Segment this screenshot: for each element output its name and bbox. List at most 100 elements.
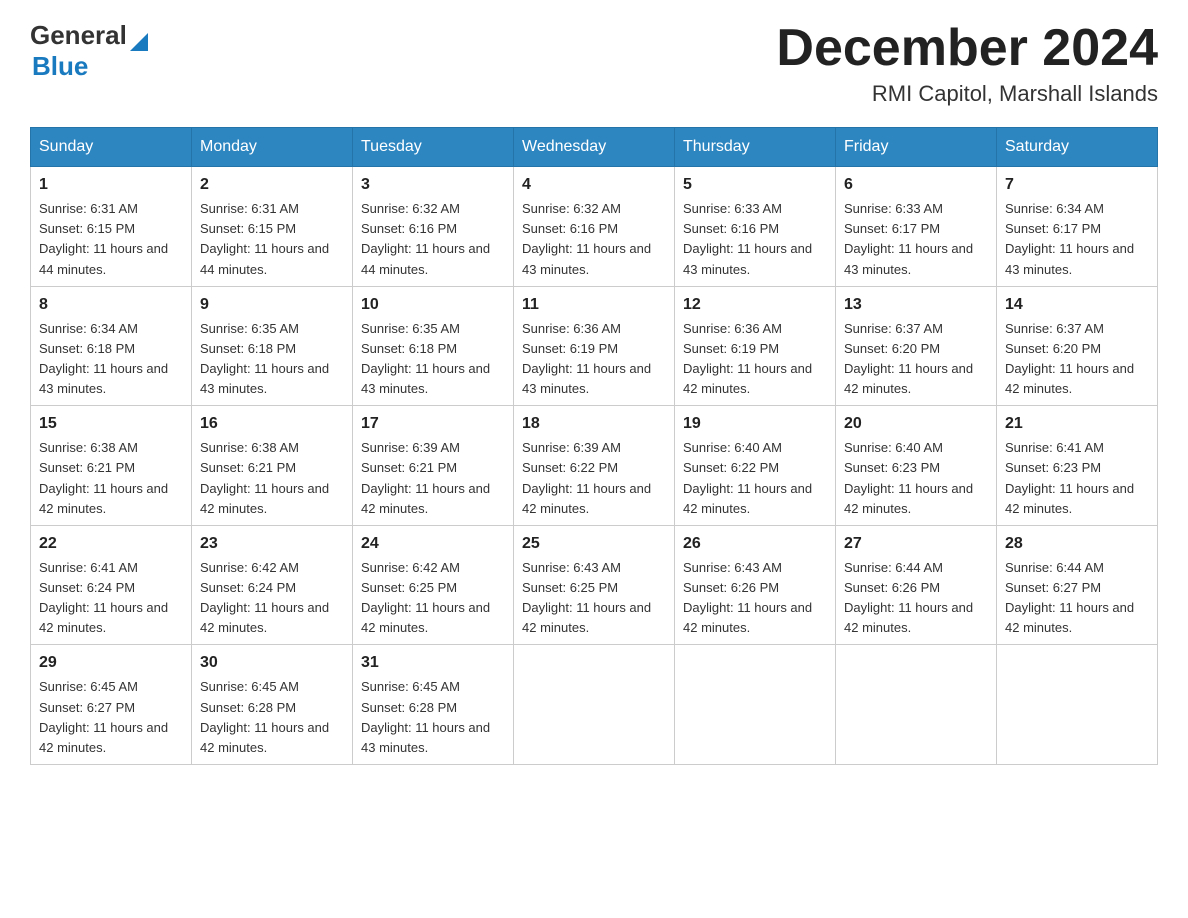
day-number: 7 xyxy=(1005,173,1149,197)
day-info: Sunrise: 6:42 AMSunset: 6:25 PMDaylight:… xyxy=(361,560,490,635)
day-number: 17 xyxy=(361,412,505,436)
week-row-4: 22 Sunrise: 6:41 AMSunset: 6:24 PMDayligh… xyxy=(31,525,1158,645)
day-cell-31: 31 Sunrise: 6:45 AMSunset: 6:28 PMDayligh… xyxy=(353,645,514,765)
day-info: Sunrise: 6:40 AMSunset: 6:22 PMDaylight:… xyxy=(683,440,812,515)
day-number: 22 xyxy=(39,532,183,556)
day-cell-17: 17 Sunrise: 6:39 AMSunset: 6:21 PMDayligh… xyxy=(353,406,514,526)
day-cell-20: 20 Sunrise: 6:40 AMSunset: 6:23 PMDayligh… xyxy=(836,406,997,526)
day-cell-8: 8 Sunrise: 6:34 AMSunset: 6:18 PMDaylight… xyxy=(31,286,192,406)
day-number: 8 xyxy=(39,293,183,317)
day-cell-3: 3 Sunrise: 6:32 AMSunset: 6:16 PMDaylight… xyxy=(353,167,514,287)
day-cell-14: 14 Sunrise: 6:37 AMSunset: 6:20 PMDayligh… xyxy=(997,286,1158,406)
week-row-2: 8 Sunrise: 6:34 AMSunset: 6:18 PMDaylight… xyxy=(31,286,1158,406)
day-info: Sunrise: 6:33 AMSunset: 6:16 PMDaylight:… xyxy=(683,201,812,276)
day-info: Sunrise: 6:34 AMSunset: 6:17 PMDaylight:… xyxy=(1005,201,1134,276)
day-number: 31 xyxy=(361,651,505,675)
day-number: 14 xyxy=(1005,293,1149,317)
day-cell-22: 22 Sunrise: 6:41 AMSunset: 6:24 PMDayligh… xyxy=(31,525,192,645)
day-number: 13 xyxy=(844,293,988,317)
title-section: December 2024 RMI Capitol, Marshall Isla… xyxy=(776,20,1158,107)
day-number: 28 xyxy=(1005,532,1149,556)
day-header-tuesday: Tuesday xyxy=(353,128,514,167)
logo-triangle-icon xyxy=(130,33,148,51)
day-info: Sunrise: 6:40 AMSunset: 6:23 PMDaylight:… xyxy=(844,440,973,515)
day-info: Sunrise: 6:35 AMSunset: 6:18 PMDaylight:… xyxy=(200,321,329,396)
calendar-table: SundayMondayTuesdayWednesdayThursdayFrid… xyxy=(30,127,1158,765)
day-number: 9 xyxy=(200,293,344,317)
day-cell-27: 27Sunrise: 6:44 AMSunset: 6:26 PMDayligh… xyxy=(836,525,997,645)
day-cell-15: 15 Sunrise: 6:38 AMSunset: 6:21 PMDayligh… xyxy=(31,406,192,526)
page-header: General Blue December 2024 RMI Capitol, … xyxy=(30,20,1158,107)
day-cell-24: 24 Sunrise: 6:42 AMSunset: 6:25 PMDayligh… xyxy=(353,525,514,645)
day-number: 16 xyxy=(200,412,344,436)
day-number: 21 xyxy=(1005,412,1149,436)
day-info: Sunrise: 6:32 AMSunset: 6:16 PMDaylight:… xyxy=(361,201,490,276)
day-cell-28: 28 Sunrise: 6:44 AMSunset: 6:27 PMDayligh… xyxy=(997,525,1158,645)
day-number: 25 xyxy=(522,532,666,556)
day-info: Sunrise: 6:34 AMSunset: 6:18 PMDaylight:… xyxy=(39,321,168,396)
day-cell-25: 25 Sunrise: 6:43 AMSunset: 6:25 PMDayligh… xyxy=(514,525,675,645)
day-number: 11 xyxy=(522,293,666,317)
day-number: 24 xyxy=(361,532,505,556)
day-info: Sunrise: 6:41 AMSunset: 6:24 PMDaylight:… xyxy=(39,560,168,635)
day-info: Sunrise: 6:43 AMSunset: 6:25 PMDaylight:… xyxy=(522,560,651,635)
day-info: Sunrise: 6:45 AMSunset: 6:28 PMDaylight:… xyxy=(200,679,329,754)
day-cell-4: 4Sunrise: 6:32 AMSunset: 6:16 PMDaylight… xyxy=(514,167,675,287)
day-info: Sunrise: 6:39 AMSunset: 6:22 PMDaylight:… xyxy=(522,440,651,515)
day-cell-18: 18Sunrise: 6:39 AMSunset: 6:22 PMDayligh… xyxy=(514,406,675,526)
day-number: 4 xyxy=(522,173,666,197)
day-info: Sunrise: 6:44 AMSunset: 6:26 PMDaylight:… xyxy=(844,560,973,635)
logo-blue-text: Blue xyxy=(32,51,88,82)
day-number: 3 xyxy=(361,173,505,197)
day-header-wednesday: Wednesday xyxy=(514,128,675,167)
empty-cell xyxy=(836,645,997,765)
empty-cell xyxy=(997,645,1158,765)
day-cell-19: 19 Sunrise: 6:40 AMSunset: 6:22 PMDayligh… xyxy=(675,406,836,526)
day-info: Sunrise: 6:38 AMSunset: 6:21 PMDaylight:… xyxy=(39,440,168,515)
day-cell-16: 16 Sunrise: 6:38 AMSunset: 6:21 PMDayligh… xyxy=(192,406,353,526)
week-row-5: 29 Sunrise: 6:45 AMSunset: 6:27 PMDayligh… xyxy=(31,645,1158,765)
day-number: 29 xyxy=(39,651,183,675)
day-cell-12: 12Sunrise: 6:36 AMSunset: 6:19 PMDayligh… xyxy=(675,286,836,406)
month-title: December 2024 xyxy=(776,20,1158,77)
day-info: Sunrise: 6:43 AMSunset: 6:26 PMDaylight:… xyxy=(683,560,812,635)
day-cell-1: 1Sunrise: 6:31 AMSunset: 6:15 PMDaylight… xyxy=(31,167,192,287)
day-number: 6 xyxy=(844,173,988,197)
day-info: Sunrise: 6:38 AMSunset: 6:21 PMDaylight:… xyxy=(200,440,329,515)
day-number: 20 xyxy=(844,412,988,436)
day-info: Sunrise: 6:45 AMSunset: 6:27 PMDaylight:… xyxy=(39,679,168,754)
day-header-thursday: Thursday xyxy=(675,128,836,167)
day-info: Sunrise: 6:44 AMSunset: 6:27 PMDaylight:… xyxy=(1005,560,1134,635)
day-cell-21: 21 Sunrise: 6:41 AMSunset: 6:23 PMDayligh… xyxy=(997,406,1158,526)
day-number: 30 xyxy=(200,651,344,675)
day-number: 15 xyxy=(39,412,183,436)
day-info: Sunrise: 6:41 AMSunset: 6:23 PMDaylight:… xyxy=(1005,440,1134,515)
day-info: Sunrise: 6:31 AMSunset: 6:15 PMDaylight:… xyxy=(39,201,168,276)
day-info: Sunrise: 6:36 AMSunset: 6:19 PMDaylight:… xyxy=(522,321,651,396)
day-info: Sunrise: 6:33 AMSunset: 6:17 PMDaylight:… xyxy=(844,201,973,276)
day-cell-5: 5Sunrise: 6:33 AMSunset: 6:16 PMDaylight… xyxy=(675,167,836,287)
day-number: 23 xyxy=(200,532,344,556)
logo-general-text: General xyxy=(30,20,127,51)
day-number: 19 xyxy=(683,412,827,436)
day-cell-29: 29 Sunrise: 6:45 AMSunset: 6:27 PMDayligh… xyxy=(31,645,192,765)
day-info: Sunrise: 6:37 AMSunset: 6:20 PMDaylight:… xyxy=(1005,321,1134,396)
day-cell-7: 7 Sunrise: 6:34 AMSunset: 6:17 PMDaylight… xyxy=(997,167,1158,287)
day-cell-26: 26 Sunrise: 6:43 AMSunset: 6:26 PMDayligh… xyxy=(675,525,836,645)
day-header-sunday: Sunday xyxy=(31,128,192,167)
day-cell-2: 2 Sunrise: 6:31 AMSunset: 6:15 PMDaylight… xyxy=(192,167,353,287)
day-cell-9: 9 Sunrise: 6:35 AMSunset: 6:18 PMDaylight… xyxy=(192,286,353,406)
day-info: Sunrise: 6:37 AMSunset: 6:20 PMDaylight:… xyxy=(844,321,973,396)
day-cell-30: 30 Sunrise: 6:45 AMSunset: 6:28 PMDayligh… xyxy=(192,645,353,765)
day-header-friday: Friday xyxy=(836,128,997,167)
day-number: 26 xyxy=(683,532,827,556)
empty-cell xyxy=(514,645,675,765)
location-title: RMI Capitol, Marshall Islands xyxy=(776,81,1158,107)
day-info: Sunrise: 6:39 AMSunset: 6:21 PMDaylight:… xyxy=(361,440,490,515)
day-number: 10 xyxy=(361,293,505,317)
day-number: 2 xyxy=(200,173,344,197)
day-info: Sunrise: 6:31 AMSunset: 6:15 PMDaylight:… xyxy=(200,201,329,276)
day-info: Sunrise: 6:45 AMSunset: 6:28 PMDaylight:… xyxy=(361,679,490,754)
day-header-saturday: Saturday xyxy=(997,128,1158,167)
week-row-1: 1Sunrise: 6:31 AMSunset: 6:15 PMDaylight… xyxy=(31,167,1158,287)
